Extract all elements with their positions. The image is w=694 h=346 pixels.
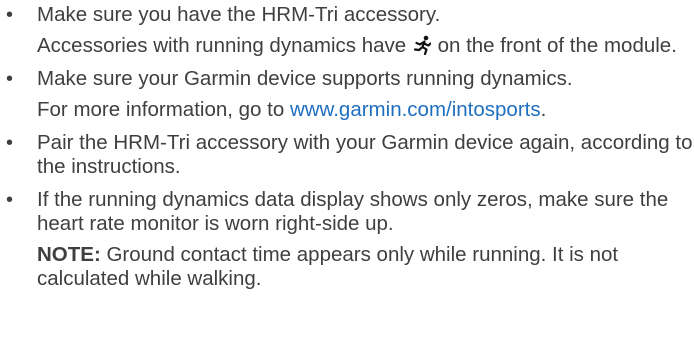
bullet-icon: • — [6, 189, 14, 211]
detail-text-after: on the front of the module. — [437, 34, 677, 57]
note-text: Ground contact time appears only while r… — [37, 243, 619, 290]
list-item-detail: For more information, go to www.garmin.c… — [37, 98, 694, 122]
note-label: NOTE: — [37, 243, 101, 266]
bullet-icon: • — [6, 132, 14, 154]
detail-text-before: For more information, go to — [37, 98, 285, 121]
note: NOTE: Ground contact time appears only w… — [37, 243, 694, 291]
detail-text-before: Accessories with running dynamics have — [37, 34, 407, 57]
list-item-text: If the running dynamics data display sho… — [37, 188, 669, 235]
detail-text-after: . — [540, 98, 547, 121]
list-item-accessory: • Make sure you have the HRM-Tri accesso… — [0, 0, 694, 58]
list-item-device-support: • Make sure your Garmin device supports … — [0, 67, 694, 122]
running-dynamics-icon — [413, 35, 431, 55]
list-item-detail: Accessories with running dynamics have o… — [37, 34, 694, 58]
troubleshooting-list: • Make sure you have the HRM-Tri accesso… — [0, 0, 694, 291]
bullet-icon: • — [6, 68, 14, 90]
document-page: • Make sure you have the HRM-Tri accesso… — [0, 0, 694, 346]
list-item-pair: • Pair the HRM-Tri accessory with your G… — [0, 131, 694, 179]
list-item-text: Make sure you have the HRM-Tri accessory… — [37, 3, 441, 26]
intosports-link[interactable]: www.garmin.com/intosports — [290, 98, 541, 121]
list-item-text: Pair the HRM-Tri accessory with your Gar… — [37, 131, 693, 178]
bullet-icon: • — [6, 4, 14, 26]
list-item-zeros: • If the running dynamics data display s… — [0, 188, 694, 291]
list-item-text: Make sure your Garmin device supports ru… — [37, 67, 573, 90]
